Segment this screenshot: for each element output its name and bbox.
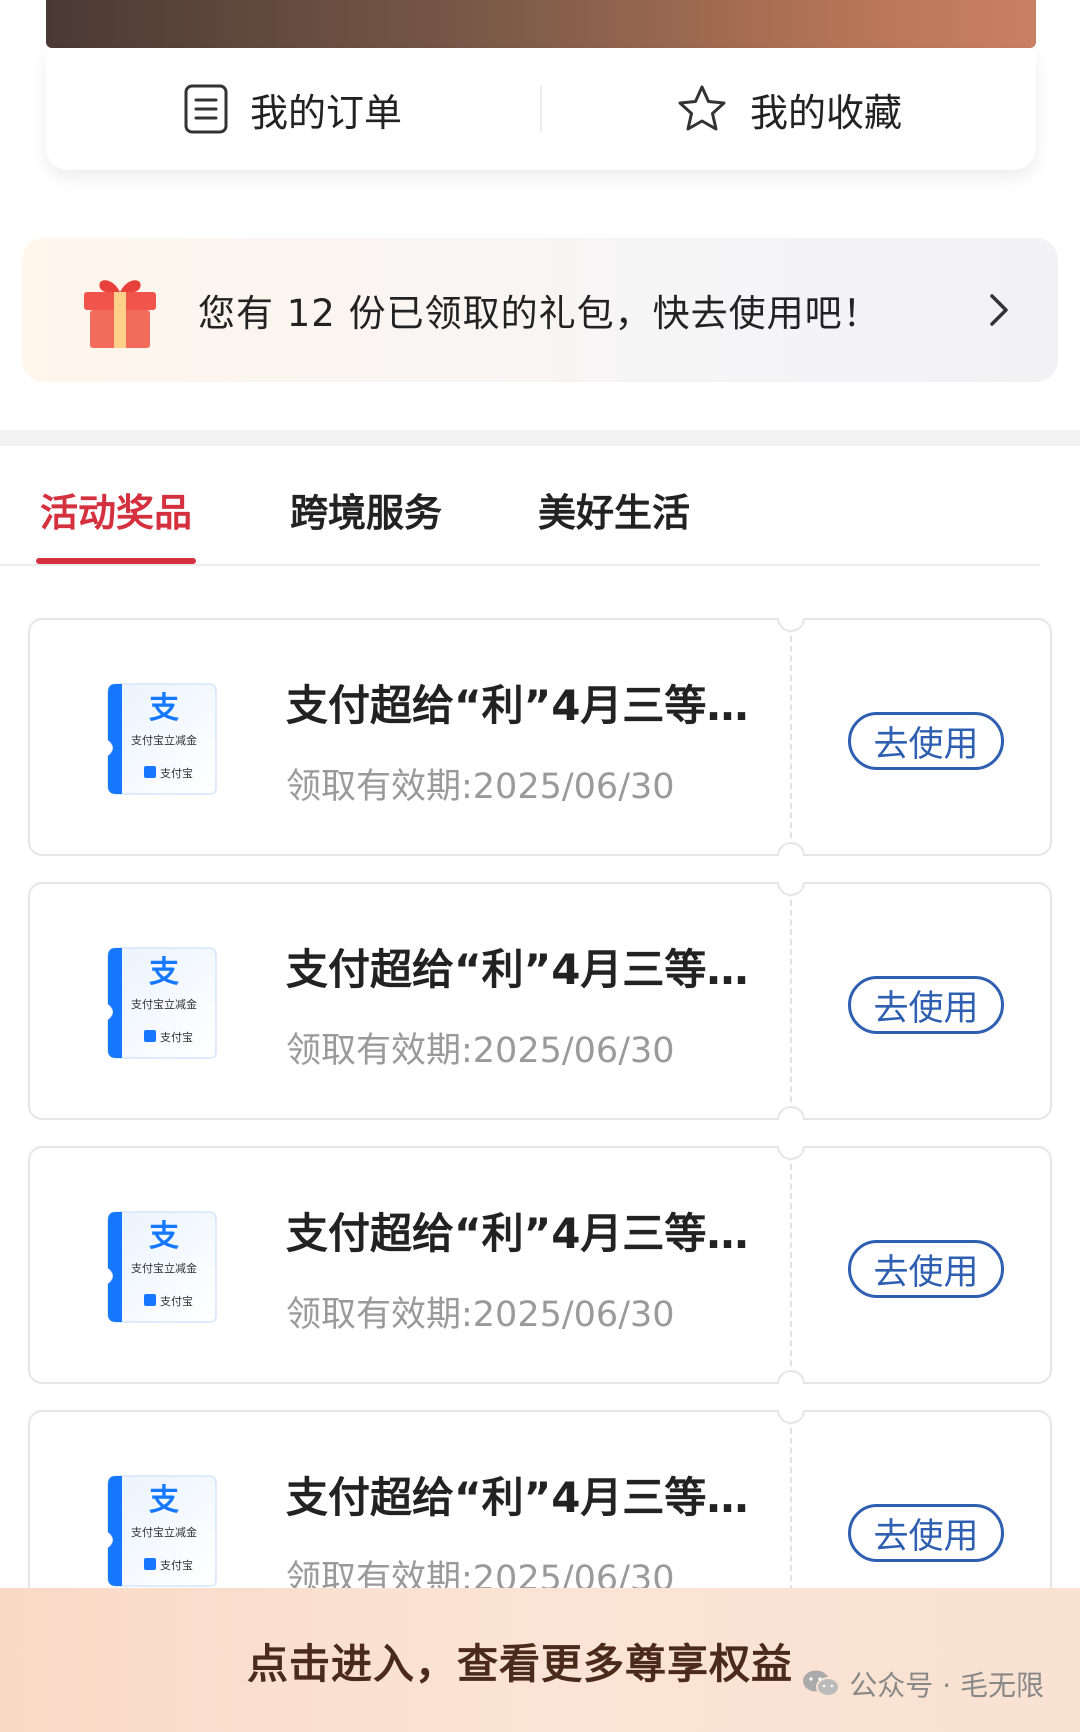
coupon-perforation <box>790 890 792 1112</box>
svg-text:支: 支 <box>149 1483 179 1518</box>
svg-text:支: 支 <box>149 1219 179 1254</box>
top-banner-image <box>46 0 1036 48</box>
star-outline-icon <box>678 85 726 131</box>
tab-cross-border-services[interactable]: 跨境服务 <box>290 482 442 537</box>
alipay-coupon-icon: 支 支付宝立减金 支付宝 <box>107 947 217 1059</box>
gift-banner-text: 您有 12 份已领取的礼包，快去使用吧！ <box>198 292 881 335</box>
gift-banner[interactable]: 您有 12 份已领取的礼包，快去使用吧！ <box>22 238 1058 382</box>
use-coupon-button[interactable]: 去使用 <box>848 976 1004 1034</box>
coupon-logo-text: 支付宝立减金 <box>131 1525 197 1539</box>
coupon-notch <box>777 1410 805 1424</box>
use-coupon-button[interactable]: 去使用 <box>848 712 1004 770</box>
chevron-right-icon <box>990 294 1008 326</box>
coupon-logo-brand: 支付宝 <box>160 1558 193 1572</box>
section-separator <box>0 430 1080 446</box>
coupon-validity: 领取有效期:2025/06/30 <box>286 767 675 807</box>
coupon-logo-brand: 支付宝 <box>160 1294 193 1308</box>
prize-tabs: 活动奖品 跨境服务 美好生活 <box>0 446 1080 566</box>
coupon-notch <box>777 618 805 632</box>
wechat-icon <box>803 1670 841 1697</box>
coupon-validity: 领取有效期:2025/06/30 <box>286 1295 675 1335</box>
coupon-title: 支付超给“利”4月三等奖… <box>286 1209 786 1258</box>
my-favorites-label: 我的收藏 <box>749 90 902 135</box>
watermark-text: 公众号 · 毛无限 <box>849 1669 1044 1702</box>
coupon-title: 支付超给“利”4月三等奖… <box>286 945 786 994</box>
my-favorites-link[interactable]: 我的收藏 <box>542 82 1036 137</box>
coupon-perforation <box>790 1154 792 1376</box>
coupon-logo-brand: 支付宝 <box>160 766 193 780</box>
my-orders-label: 我的订单 <box>249 90 402 135</box>
coupon-logo-text: 支付宝立减金 <box>131 733 197 747</box>
svg-text:支: 支 <box>149 955 179 990</box>
coupon-validity: 领取有效期:2025/06/30 <box>286 1031 675 1071</box>
tabs-divider <box>0 564 1040 566</box>
svg-text:支: 支 <box>149 691 179 726</box>
coupon-logo-text: 支付宝立减金 <box>131 1261 197 1275</box>
coupon-title: 支付超给“利”4月三等奖… <box>286 681 786 730</box>
bottom-cta-bar[interactable]: 点击进入，查看更多尊享权益 公众号 · 毛无限 <box>0 1588 1080 1732</box>
coupon-notch <box>777 1146 805 1160</box>
coupon-card[interactable]: 支 支付宝立减金 支付宝 支付超给“利”4月三等奖… 领取有效期:2025/06… <box>28 618 1052 856</box>
list-document-icon <box>184 84 228 134</box>
alipay-coupon-icon: 支 支付宝立减金 支付宝 <box>107 1211 217 1323</box>
coupon-logo-text: 支付宝立减金 <box>131 997 197 1011</box>
gift-box-icon <box>84 280 156 348</box>
coupon-logo-brand: 支付宝 <box>160 1030 193 1044</box>
alipay-coupon-icon: 支 支付宝立减金 支付宝 <box>107 683 217 795</box>
my-orders-link[interactable]: 我的订单 <box>46 82 540 137</box>
tab-activity-prizes[interactable]: 活动奖品 <box>40 482 192 537</box>
coupon-title: 支付超给“利”4月三等奖… <box>286 1473 786 1522</box>
watermark: 公众号 · 毛无限 <box>801 1664 1044 1704</box>
use-coupon-button[interactable]: 去使用 <box>848 1240 1004 1298</box>
bottom-cta-text[interactable]: 点击进入，查看更多尊享权益 <box>247 1630 793 1690</box>
coupon-notch <box>777 842 805 856</box>
alipay-coupon-icon: 支 支付宝立减金 支付宝 <box>107 1475 217 1587</box>
coupon-card[interactable]: 支 支付宝立减金 支付宝 支付超给“利”4月三等奖… 领取有效期:2025/06… <box>28 1146 1052 1384</box>
quick-links-card: 我的订单 我的收藏 <box>46 48 1036 170</box>
coupon-notch <box>777 1370 805 1384</box>
use-coupon-button[interactable]: 去使用 <box>848 1504 1004 1562</box>
coupon-perforation <box>790 626 792 848</box>
coupon-notch <box>777 882 805 896</box>
coupon-notch <box>777 1106 805 1120</box>
coupon-card[interactable]: 支 支付宝立减金 支付宝 支付超给“利”4月三等奖… 领取有效期:2025/06… <box>28 882 1052 1120</box>
tab-good-life[interactable]: 美好生活 <box>538 482 690 537</box>
